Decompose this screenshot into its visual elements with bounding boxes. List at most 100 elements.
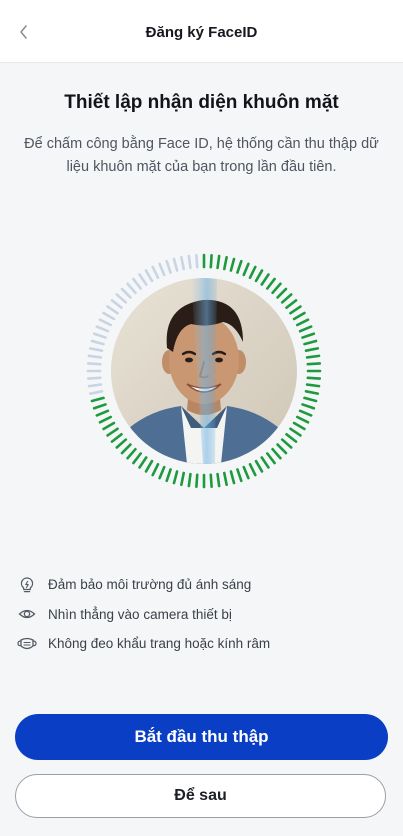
start-collection-button[interactable]: Bắt đầu thu thập (15, 714, 388, 760)
tip-lighting: Đảm bảo môi trường đủ ánh sáng (16, 570, 270, 600)
progress-tick (280, 438, 293, 449)
header-title: Đăng ký FaceID (145, 24, 258, 41)
progress-tick (165, 468, 172, 483)
progress-tick (280, 293, 293, 304)
progress-tick (86, 376, 102, 380)
progress-tick (236, 259, 243, 274)
progress-tick (151, 265, 160, 280)
progress-tick (222, 471, 228, 487)
tip-text: Nhìn thẳng vào camera thiết bị (48, 606, 232, 622)
progress-tick (106, 427, 119, 437)
tip-text: Đảm bảo môi trường đủ ánh sáng (48, 577, 252, 593)
tips-list: Đảm bảo môi trường đủ ánh sáng Nhìn thẳn… (16, 570, 270, 659)
progress-tick (172, 470, 179, 485)
progress-tick (271, 282, 282, 295)
progress-tick (165, 259, 172, 274)
progress-tick (180, 471, 186, 487)
progress-tick (276, 287, 288, 299)
progress-tick (248, 265, 257, 280)
progress-tick (102, 421, 116, 431)
progress-tick (88, 389, 104, 395)
progress-tick (95, 409, 110, 417)
progress-tick (195, 473, 199, 489)
progress-tick (303, 339, 318, 346)
progress-tick (216, 254, 221, 270)
progress-tick (209, 473, 213, 489)
progress-tick (248, 462, 257, 477)
progress-tick (254, 459, 264, 473)
progress-tick (98, 318, 113, 327)
progress-tick (295, 318, 310, 327)
progress-tick (236, 468, 243, 483)
progress-tick (292, 311, 306, 321)
progress-tick (285, 433, 298, 443)
progress-tick (305, 383, 321, 388)
progress-tick (138, 456, 148, 469)
eye-icon (16, 603, 38, 625)
progress-tick (132, 277, 142, 290)
progress-tick (120, 443, 132, 455)
progress-tick (144, 269, 154, 283)
progress-tick (126, 447, 137, 460)
progress-tick (305, 354, 321, 359)
progress-tick (115, 293, 128, 304)
progress-tick (242, 465, 250, 480)
progress-tick (304, 389, 320, 395)
app-header: Đăng ký FaceID (0, 0, 403, 63)
progress-tick (260, 273, 270, 286)
progress-tick (90, 339, 105, 346)
progress-tick (260, 456, 270, 469)
user-face-image (111, 278, 297, 464)
progress-tick (301, 332, 316, 339)
progress-tick (88, 347, 104, 353)
progress-tick (292, 421, 306, 431)
progress-tick (151, 462, 160, 477)
progress-tick (158, 262, 166, 277)
progress-tick (115, 438, 128, 449)
progress-tick (120, 287, 132, 299)
progress-tick (187, 472, 192, 488)
tip-no-mask: Không đeo khẩu trang hoặc kính râm (16, 629, 270, 659)
progress-tick (301, 403, 316, 410)
tip-look-straight: Nhìn thẳng vào camera thiết bị (16, 600, 270, 630)
progress-tick (266, 452, 276, 465)
progress-tick (266, 277, 276, 290)
progress-tick (92, 403, 107, 410)
page-title: Thiết lập nhận diện khuôn mặt (64, 92, 339, 113)
progress-tick (304, 347, 320, 353)
tip-text: Không đeo khẩu trang hoặc kính râm (48, 636, 271, 652)
lightbulb-icon (16, 574, 38, 596)
progress-tick (254, 269, 264, 283)
progress-tick (98, 415, 113, 424)
progress-tick (298, 409, 313, 417)
progress-tick (138, 273, 148, 286)
progress-tick (289, 427, 302, 437)
progress-tick (132, 452, 142, 465)
progress-tick (87, 354, 103, 359)
mask-icon (16, 633, 38, 655)
progress-tick (222, 255, 228, 271)
progress-tick (298, 325, 313, 333)
progress-tick (195, 253, 199, 269)
progress-tick (229, 470, 236, 485)
progress-tick (242, 262, 250, 277)
progress-tick (110, 299, 123, 309)
progress-tick (271, 447, 282, 460)
progress-tick (295, 415, 310, 424)
progress-tick (144, 459, 154, 473)
progress-tick (90, 396, 105, 403)
progress-tick (106, 305, 119, 315)
progress-tick (285, 299, 298, 309)
progress-tick (92, 332, 107, 339)
progress-tick (306, 362, 322, 366)
progress-tick (303, 396, 318, 403)
progress-tick (229, 257, 236, 272)
progress-tick (86, 362, 102, 366)
progress-tick (158, 465, 166, 480)
face-preview (111, 278, 297, 464)
progress-tick (87, 383, 103, 388)
later-button[interactable]: Để sau (15, 774, 386, 818)
progress-tick (126, 282, 137, 295)
progress-tick (306, 376, 322, 380)
progress-tick (110, 433, 123, 443)
